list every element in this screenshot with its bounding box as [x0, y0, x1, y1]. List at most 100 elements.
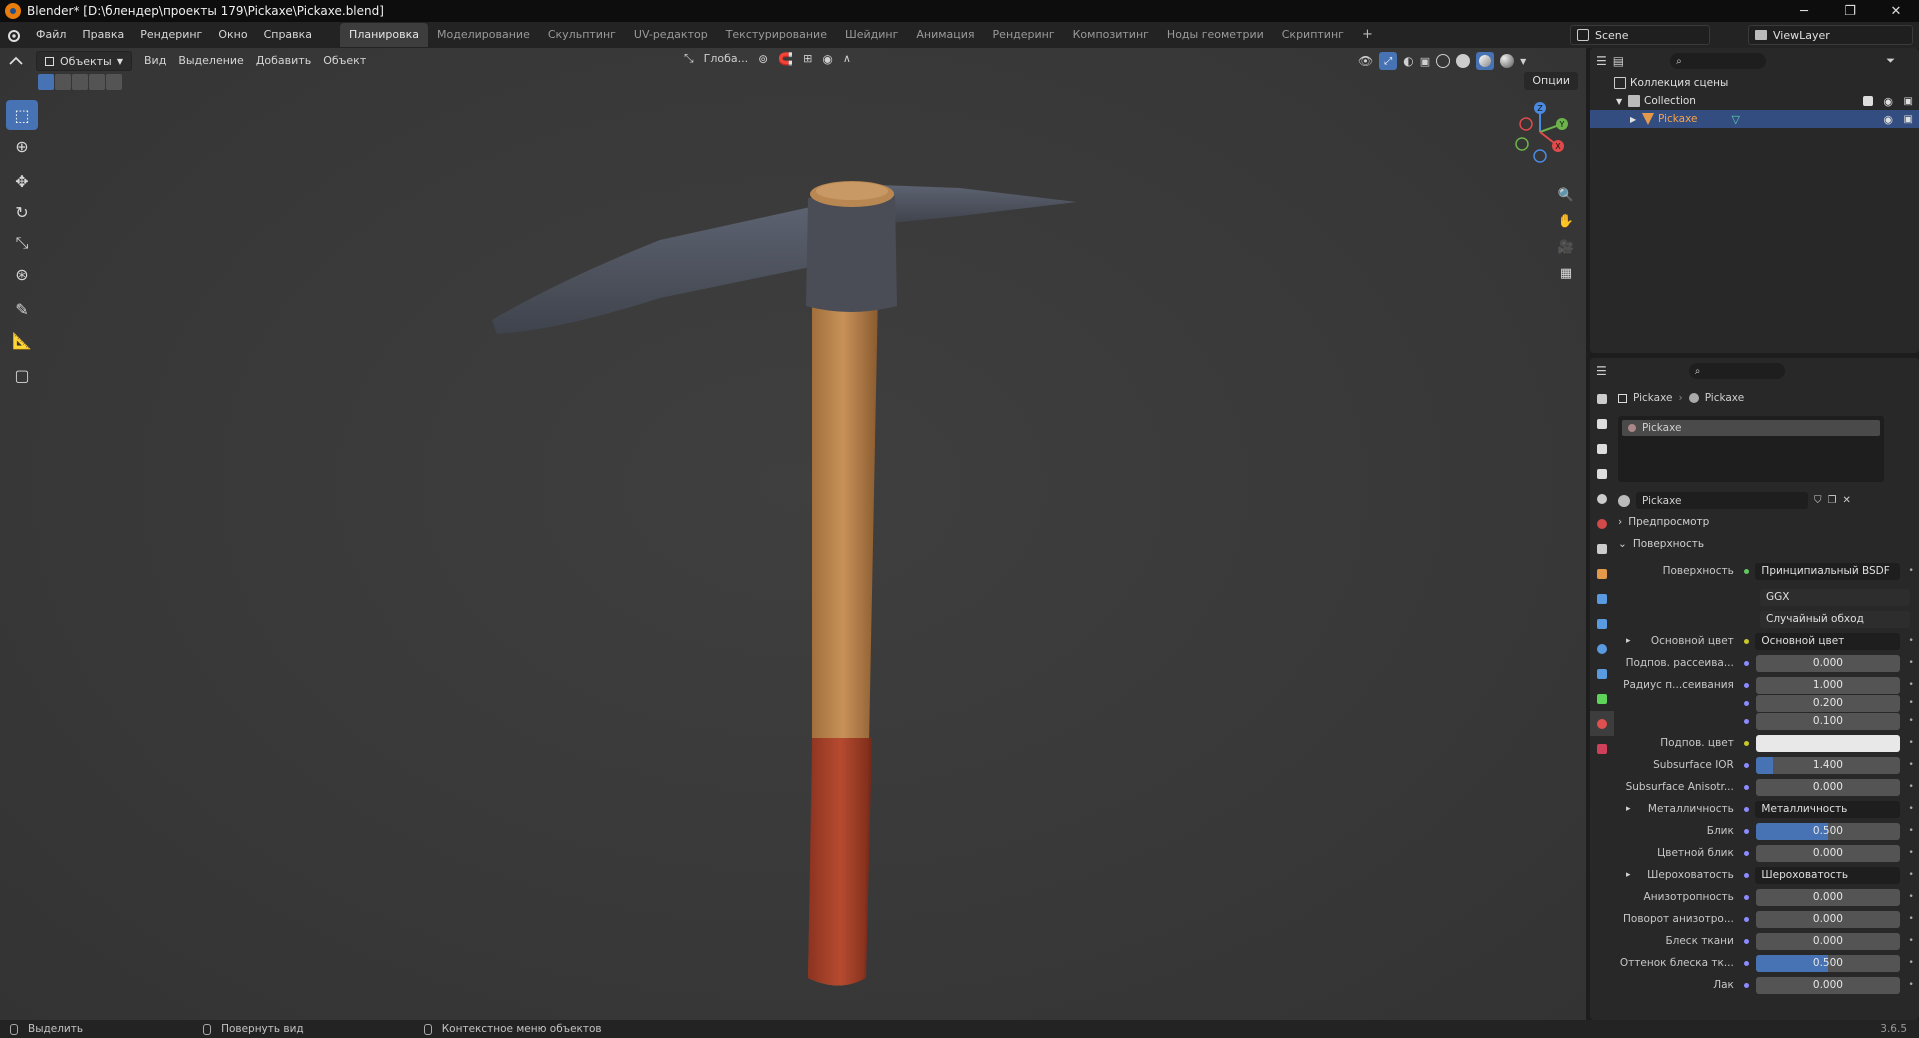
outliner-row-scene-collection[interactable]: Коллекция сцены: [1590, 74, 1919, 92]
texture-tab[interactable]: [1590, 736, 1614, 761]
workspace-tab-scripting[interactable]: Скриптинг: [1273, 23, 1353, 47]
material-preview-icon[interactable]: [1476, 52, 1495, 70]
select-subtract-icon[interactable]: [72, 74, 88, 90]
linked-input-field[interactable]: Принципиальный BSDF: [1755, 562, 1901, 580]
workspace-tab-rendering[interactable]: Рендеринг: [984, 23, 1064, 47]
keyframe-dot-icon[interactable]: •: [1906, 636, 1916, 646]
surface-panel-header[interactable]: ⌄ Поверхность: [1618, 538, 1704, 550]
options-dropdown[interactable]: Опции: [1524, 72, 1578, 90]
number-field[interactable]: 1.000: [1755, 676, 1901, 694]
socket-icon[interactable]: [1742, 658, 1752, 668]
maximize-button[interactable]: ❐: [1827, 0, 1873, 22]
socket-icon[interactable]: [1742, 870, 1752, 880]
keyframe-dot-icon[interactable]: •: [1906, 826, 1916, 836]
workspace-tab-animation[interactable]: Анимация: [907, 23, 983, 47]
socket-icon[interactable]: [1742, 698, 1752, 708]
socket-icon[interactable]: [1742, 936, 1752, 946]
properties-editor[interactable]: ☰ ⌕ Pickaxe › Pickaxe Pickaxe Pickaxe ⛉ …: [1590, 358, 1919, 1020]
visibility-icon[interactable]: 👁: [1358, 54, 1373, 68]
render-camera-icon[interactable]: ▣: [1904, 96, 1913, 107]
material-selector[interactable]: Pickaxe ⛉ ❐ ✕: [1618, 492, 1851, 509]
socket-icon[interactable]: [1742, 958, 1752, 968]
scene-selector[interactable]: Scene: [1570, 25, 1710, 45]
render-tab[interactable]: [1590, 411, 1614, 436]
expand-arrow-icon[interactable]: ▶: [1630, 115, 1642, 124]
menu-help[interactable]: Справка: [256, 22, 320, 48]
keyframe-dot-icon[interactable]: •: [1906, 738, 1916, 748]
blender-menu-icon[interactable]: [0, 28, 28, 42]
filter-icon[interactable]: ⏷: [1886, 54, 1895, 68]
expand-arrow-icon[interactable]: ▼: [1616, 97, 1628, 106]
camera-view-icon[interactable]: 🎥: [1555, 236, 1577, 258]
keyframe-dot-icon[interactable]: •: [1906, 870, 1916, 880]
socket-icon[interactable]: [1742, 760, 1752, 770]
menu-window[interactable]: Окно: [210, 22, 255, 48]
viewport-menu-object[interactable]: Объект: [317, 51, 372, 71]
mesh-data-icon[interactable]: ▽: [1731, 113, 1739, 126]
keyframe-dot-icon[interactable]: •: [1906, 782, 1916, 792]
move-tool[interactable]: ✥: [6, 166, 38, 196]
render-camera-icon[interactable]: ▣: [1904, 114, 1913, 125]
menu-render[interactable]: Рендеринг: [132, 22, 210, 48]
select-invert-icon[interactable]: [89, 74, 105, 90]
outliner-row-pickaxe[interactable]: ▶ Pickaxe ▽ ◉ ▣: [1590, 110, 1919, 128]
mode-dropdown[interactable]: Объекты ▼: [36, 51, 132, 71]
zoom-icon[interactable]: 🔍: [1555, 184, 1577, 206]
overlay-toggle-icon[interactable]: ◐: [1403, 54, 1413, 68]
socket-icon[interactable]: [1742, 892, 1752, 902]
material-tab[interactable]: [1590, 711, 1614, 736]
number-field[interactable]: 0.000: [1755, 910, 1901, 928]
exclude-checkbox[interactable]: [1863, 96, 1873, 106]
socket-icon[interactable]: [1742, 636, 1752, 646]
number-field[interactable]: 0.000: [1755, 932, 1901, 950]
shading-options-icon[interactable]: ▼: [1520, 57, 1526, 66]
workspace-tab-texture-paint[interactable]: Текстурирование: [717, 23, 836, 47]
selection-mode-buttons[interactable]: [38, 74, 122, 90]
select-box-tool[interactable]: ⬚: [6, 100, 38, 130]
pan-hand-icon[interactable]: ✋: [1555, 210, 1577, 232]
menu-edit[interactable]: Правка: [74, 22, 132, 48]
rendered-shading-icon[interactable]: [1500, 54, 1515, 68]
modifier-tab[interactable]: [1590, 586, 1614, 611]
snap-icon[interactable]: 🧲: [778, 52, 793, 66]
number-field[interactable]: 1.400: [1755, 756, 1901, 774]
add-cube-tool[interactable]: ▢: [6, 360, 38, 390]
falloff-icon[interactable]: ∧: [843, 52, 851, 65]
pivot-point-icon[interactable]: ⊚: [758, 52, 768, 66]
select-intersect-icon[interactable]: [106, 74, 122, 90]
particles-tab[interactable]: [1590, 611, 1614, 636]
view-layer-tab[interactable]: [1590, 461, 1614, 486]
rotate-tool[interactable]: ↻: [6, 197, 38, 227]
property-dropdown[interactable]: GGX: [1760, 588, 1910, 606]
outliner-editor-icon[interactable]: ☰: [1596, 54, 1607, 68]
keyframe-dot-icon[interactable]: •: [1906, 958, 1916, 968]
navigation-gizmo[interactable]: Z Y X: [1508, 100, 1572, 164]
scale-tool[interactable]: ⤡: [6, 228, 38, 258]
material-slot-row[interactable]: Pickaxe: [1622, 420, 1880, 436]
editor-type-icon[interactable]: [8, 54, 36, 68]
keyframe-dot-icon[interactable]: •: [1906, 848, 1916, 858]
view-layer-selector[interactable]: ViewLayer: [1748, 25, 1913, 45]
expand-socket-icon[interactable]: ▸: [1626, 804, 1631, 814]
number-field[interactable]: 0.500: [1755, 954, 1901, 972]
keyframe-dot-icon[interactable]: •: [1906, 914, 1916, 924]
number-field[interactable]: 0.000: [1755, 778, 1901, 796]
number-field[interactable]: 0.000: [1755, 844, 1901, 862]
keyframe-dot-icon[interactable]: •: [1906, 936, 1916, 946]
xray-icon[interactable]: ▣: [1420, 55, 1430, 68]
outliner-row-collection[interactable]: ▼ Collection ◉ ▣: [1590, 92, 1919, 110]
preview-panel-header[interactable]: › Предпросмотр: [1618, 516, 1709, 528]
menu-file[interactable]: Файл: [28, 22, 74, 48]
properties-search-input[interactable]: ⌕: [1688, 363, 1785, 379]
snap-target-icon[interactable]: ⊞: [803, 52, 812, 65]
keyframe-dot-icon[interactable]: •: [1906, 980, 1916, 990]
outliner[interactable]: ☰ ▤ ⌕ ⏷ Коллекция сцены ▼ Collection ◉ ▣…: [1590, 48, 1919, 353]
duplicate-material-icon[interactable]: ❐: [1828, 495, 1837, 506]
minimize-button[interactable]: ─: [1781, 0, 1827, 22]
select-extend-icon[interactable]: [55, 74, 71, 90]
material-name-field[interactable]: Pickaxe: [1636, 492, 1808, 509]
close-button[interactable]: ✕: [1873, 0, 1919, 22]
world-tab[interactable]: [1590, 511, 1614, 536]
physics-tab[interactable]: [1590, 636, 1614, 661]
socket-icon[interactable]: [1742, 826, 1752, 836]
